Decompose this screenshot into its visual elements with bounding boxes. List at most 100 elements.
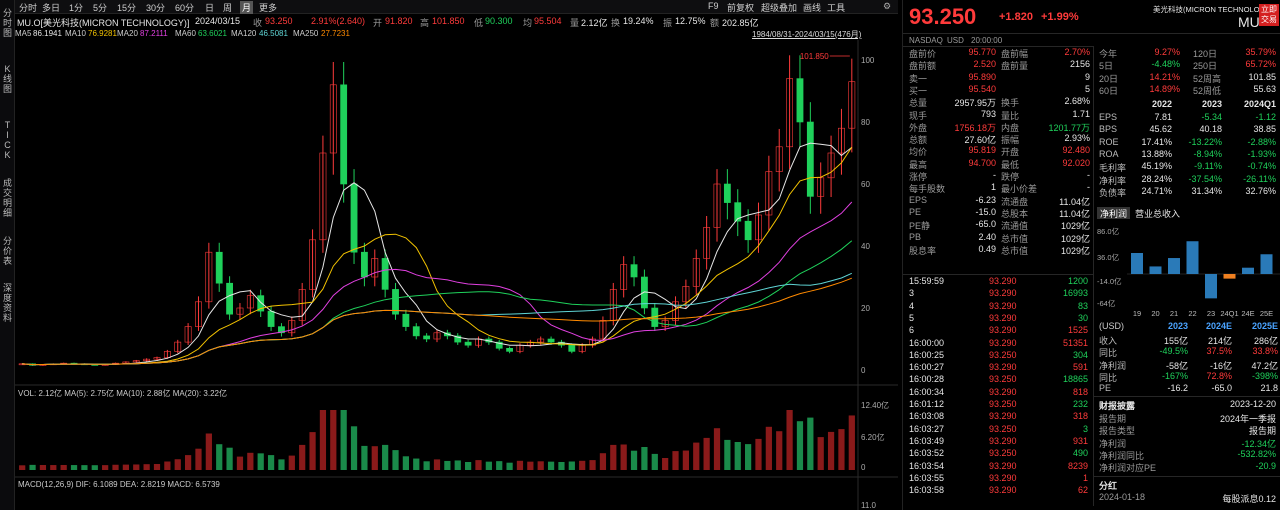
change-value: 2.91%(2.640) [311,16,366,26]
perf-label: 20日 [1099,73,1119,84]
forecast-value: -167% [1161,370,1188,381]
sidebar-tab-char: K [4,64,11,74]
volume-bar [195,448,202,470]
stat-label: 均价 [909,147,928,158]
bar-y-label: 36.0亿 [1097,252,1120,262]
volume-bar [579,460,586,470]
forecast-value: -16亿 [1209,360,1232,371]
stat-value: 793 [980,108,996,119]
tick-price: 93.290 [989,325,1017,336]
period-tab[interactable]: 15分 [117,1,136,14]
sidebar-tab-char: 交 [2,188,12,198]
amp-value: 12.75% [675,16,706,26]
stat-label: EPS [909,194,928,205]
volume-bar [713,428,721,470]
stat-label: 卖一 [909,73,928,84]
kline-chart[interactable]: 100 80 60 40 20 0 101.850 VOL: 2.12亿 MA(5): 2.7… [15,40,898,510]
sidebar-tab[interactable]: TICK [0,120,15,160]
volume-bar [454,460,461,470]
candle [340,84,348,185]
candle [412,326,420,337]
volume-bar [371,446,378,470]
tick-time: 16:00:27 [909,362,945,373]
toolbar-button[interactable]: 前复权 [727,1,754,14]
forecast-label: 收入 [1099,336,1118,346]
period-tab[interactable]: 多日 [42,1,60,14]
period-tab[interactable]: 周 [223,1,232,14]
volume-bar [257,453,264,470]
period-tab[interactable]: 分时 [19,1,37,14]
period-tab[interactable]: 60分 [175,1,194,14]
period-tab[interactable]: 日 [205,1,214,14]
period-tab[interactable]: 30分 [146,1,165,14]
stat-label: PE [909,206,922,217]
volume-bar [651,453,658,470]
toolbar-button[interactable]: 超级叠加 [761,1,797,14]
volume-bar [299,444,306,470]
sidebar-tab[interactable]: 分价表 [0,236,15,266]
toolbar-button[interactable]: F9 [708,1,719,11]
period-tab[interactable]: 月 [240,1,254,14]
forecast-value: 286亿 [1253,336,1278,346]
fin-value: -26.11% [1243,173,1276,184]
fin-value: -0.74% [1247,161,1276,172]
bar-x-label: 24E [1241,309,1254,318]
last-price: 93.250 [909,4,977,29]
sidebar-tab-char: 细 [2,208,12,218]
perf-label: 52周低 [1193,85,1222,96]
forecast-value: 37.5% [1206,346,1232,357]
ma-value: 76.9281 [88,29,117,38]
period-tab[interactable]: 1分 [69,1,83,14]
candle [723,183,731,203]
stat-label: 振幅 [1001,135,1020,146]
fin-value: 38.85 [1253,124,1276,135]
forecast-value: -58亿 [1165,360,1188,371]
stat-label: 盘前量 [1001,61,1029,72]
volume-bar [485,461,492,470]
stat-value: 95.819 [968,145,996,156]
bar [1168,258,1180,274]
period-tab[interactable]: 更多 [259,1,277,14]
sidebar-tab-char: I [6,130,9,140]
tick-time: 16:00:25 [909,349,945,360]
sidebar-tab[interactable]: 深度资料 [0,283,15,323]
volume-bar [620,444,627,470]
bar-x-label: 21 [1170,309,1178,318]
tab-net-profit[interactable]: 净利润 [1097,207,1131,219]
tick-price: 93.250 [989,423,1017,434]
perf-value: 14.21% [1149,71,1180,82]
stat-value: -65.0 [975,219,996,230]
stat-value: 94.700 [968,157,996,168]
price-tick: 100 [861,56,875,65]
stat-label: 开盘 [1001,147,1020,158]
fin-value: -5.34 [1201,112,1222,122]
high-value: 101.850 [432,16,465,26]
stat-label: 总市值 [1001,233,1029,244]
fin-value: 32.76% [1245,185,1276,196]
perf-value: 101.85 [1248,71,1276,82]
volume-bar [776,431,783,470]
trade-button[interactable]: 立即交易 [1259,4,1279,26]
volume-bar [133,464,140,470]
tick-volume: 1 [1082,472,1088,483]
sidebar-tab[interactable]: 成交明细 [0,178,15,218]
volume-bar [19,465,26,470]
fin-value: 40.18 [1199,124,1222,135]
toolbar-button[interactable]: 画线 [803,1,821,14]
candle [402,313,410,327]
perf-value: 14.89% [1149,83,1180,94]
sidebar-tab[interactable]: 分时图 [0,8,15,38]
bar-x-label: 25E [1260,309,1273,318]
settings-icon[interactable]: ⚙ [883,1,891,12]
high-annotation: 101.850 [800,52,829,61]
profit-bar-chart: 86.0亿 36.0亿 -14.0亿 -64亿 19 20 21 22 23 24Q1 24E 25E [1097,226,1280,318]
toolbar-button[interactable]: 工具 [827,1,845,14]
sidebar-tab[interactable]: K线图 [0,64,15,94]
period-tab[interactable]: 5分 [93,1,107,14]
tab-revenue[interactable]: 营业总收入 [1135,207,1180,219]
tick-volume: 3 [1082,423,1088,434]
fin-value: -1.93% [1247,148,1276,159]
sidebar-tab-char: 图 [2,28,12,38]
fin-value: -37.54% [1188,173,1222,184]
volume-tick: 12.40亿 [861,400,889,410]
